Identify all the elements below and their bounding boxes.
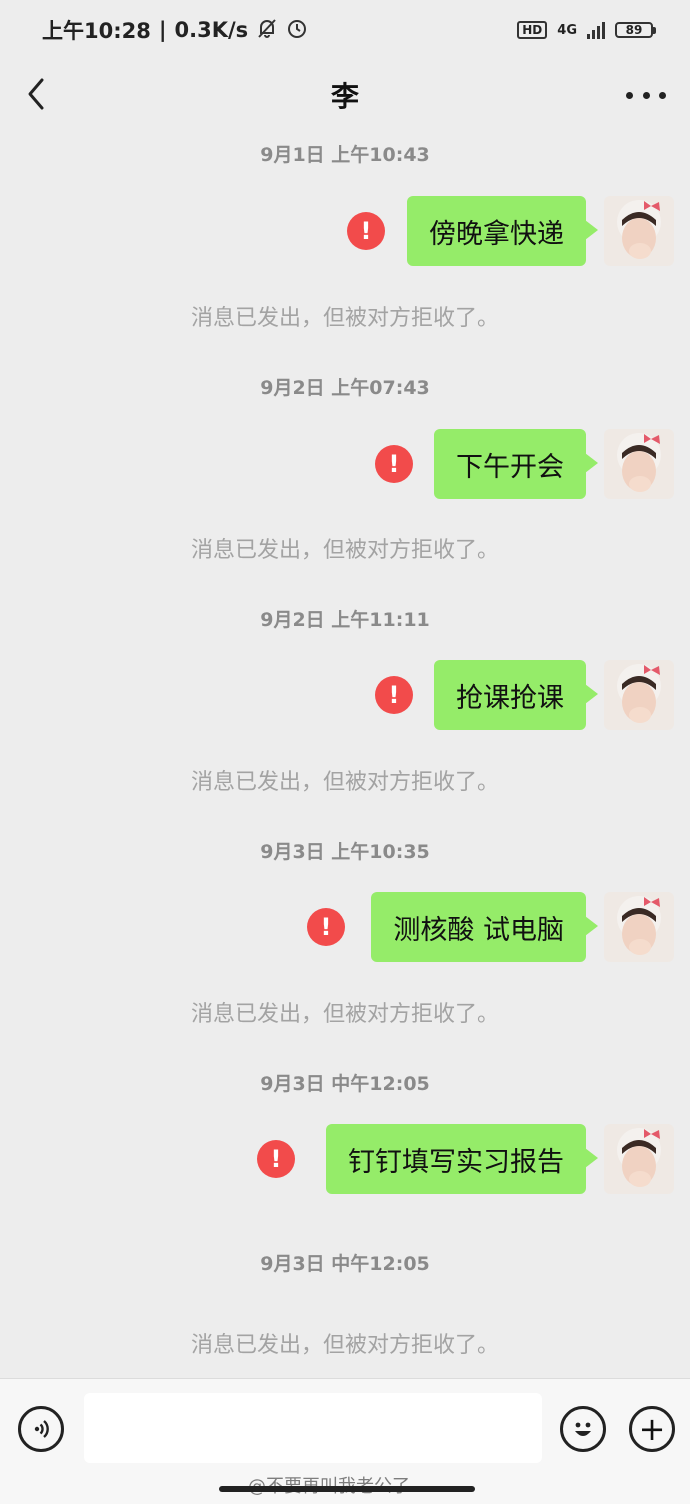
status-divider: |: [158, 18, 167, 42]
alarm-icon: [286, 17, 308, 44]
status-speed: 0.3K/s: [174, 18, 249, 42]
voice-icon: [34, 1420, 49, 1438]
rejected-notice: 消息已发出，但被对方拒收了。: [190, 1333, 499, 1358]
send-failed-icon[interactable]: !: [375, 445, 413, 483]
timestamp: 9月2日 上午11:11: [260, 609, 430, 631]
status-bar: 上午10:28 | 0.3K/s HD 4G 89: [0, 0, 690, 60]
emoji-button[interactable]: [560, 1406, 606, 1452]
message-bubble[interactable]: 下午开会: [434, 429, 598, 499]
message-bubble[interactable]: 抢课抢课: [434, 660, 598, 730]
more-icon: [626, 91, 633, 99]
battery-icon: 89: [615, 22, 656, 38]
signal-icon: [587, 21, 605, 39]
message-row: ! 测核酸 试电脑: [0, 892, 690, 964]
rejected-notice: 消息已发出，但被对方拒收了。: [190, 538, 499, 563]
bell-off-icon: [256, 17, 278, 44]
send-failed-icon[interactable]: !: [307, 908, 345, 946]
rejected-notice: 消息已发出，但被对方拒收了。: [190, 306, 499, 331]
chat-area[interactable]: 9月1日 上午10:43 ! 傍晚拿快递 消息已发出，但被对方拒收了。 9月2日…: [0, 130, 690, 1378]
timestamp: 9月3日 上午10:35: [260, 841, 430, 863]
status-time: 上午10:28: [42, 19, 151, 43]
message-row: ! 傍晚拿快递: [0, 196, 690, 268]
voice-button[interactable]: [18, 1406, 64, 1452]
message-bubble[interactable]: 测核酸 试电脑: [371, 892, 598, 962]
plus-button[interactable]: +: [629, 1406, 675, 1452]
message-row: ! 抢课抢课: [0, 660, 690, 732]
message-row: ! 钉钉填写实习报告: [0, 1124, 690, 1196]
status-left: 上午10:28 | 0.3K/s: [42, 15, 308, 45]
timestamp: 9月3日 中午12:05: [260, 1253, 430, 1275]
nav-bar: 李: [0, 60, 690, 130]
home-indicator[interactable]: [219, 1486, 475, 1492]
message-bubble[interactable]: 傍晚拿快递: [407, 196, 598, 266]
message-input[interactable]: [84, 1393, 542, 1463]
more-button[interactable]: [626, 80, 666, 110]
message-bubble[interactable]: 钉钉填写实习报告: [326, 1124, 598, 1194]
hd-badge: HD: [517, 21, 548, 39]
avatar[interactable]: [604, 429, 674, 499]
rejected-notice: 消息已发出，但被对方拒收了。: [190, 1002, 499, 1027]
send-failed-icon[interactable]: !: [257, 1140, 295, 1178]
timestamp: 9月2日 上午07:43: [260, 377, 430, 399]
plus-icon: +: [638, 1410, 666, 1448]
rejected-notice: 消息已发出，但被对方拒收了。: [190, 770, 499, 795]
timestamp: 9月3日 中午12:05: [260, 1073, 430, 1095]
network-type: 4G: [557, 22, 577, 38]
back-button[interactable]: [18, 74, 58, 114]
avatar[interactable]: [604, 196, 674, 266]
emoji-icon: [575, 1422, 591, 1436]
message-row: ! 下午开会: [0, 429, 690, 501]
avatar[interactable]: [604, 892, 674, 962]
send-failed-icon[interactable]: !: [347, 212, 385, 250]
timestamp: 9月1日 上午10:43: [260, 144, 430, 166]
back-icon: [28, 78, 44, 110]
send-failed-icon[interactable]: !: [375, 676, 413, 714]
avatar[interactable]: [604, 1124, 674, 1194]
watermark: @不要再叫我老公了: [248, 1472, 410, 1498]
battery-level: 89: [615, 22, 653, 38]
avatar[interactable]: [604, 660, 674, 730]
status-right: HD 4G 89: [517, 21, 656, 39]
chat-title: 李: [330, 80, 359, 113]
